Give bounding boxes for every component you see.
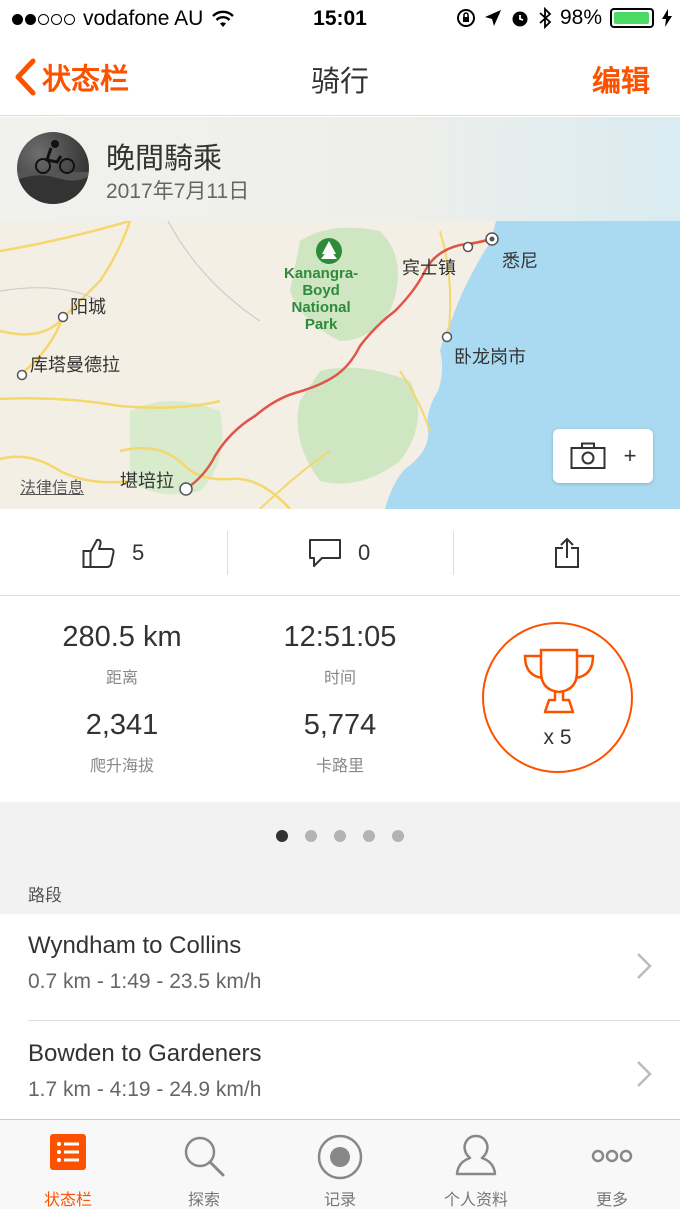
tab-label: 记录 xyxy=(323,1192,356,1209)
calories-label: 卡路里 xyxy=(315,758,364,775)
thumbs-up-icon xyxy=(82,538,115,568)
tab-bar: 状态栏 探索 记录 个人资料 更多 xyxy=(0,1119,680,1209)
navigation-bar: 状态栏 骑行 编辑 xyxy=(0,38,680,116)
tab-label: 探索 xyxy=(187,1192,220,1209)
tab-label: 个人资料 xyxy=(443,1192,508,1209)
comment-count: 0 xyxy=(358,539,371,565)
tab-label: 更多 xyxy=(595,1192,628,1209)
distance-value: 280.5 km xyxy=(62,621,182,653)
stat-elevation: 2,341 爬升海拔 xyxy=(2,709,242,776)
tab-explore[interactable]: 探索 xyxy=(136,1120,272,1209)
location-icon xyxy=(484,10,501,26)
avatar[interactable] xyxy=(17,132,89,204)
map-label-sydney: 悉尼 xyxy=(502,251,538,271)
map-label-canberra: 堪培拉 xyxy=(120,471,174,491)
tab-record[interactable]: 记录 xyxy=(272,1120,408,1209)
stat-calories: 5,774 卡路里 xyxy=(220,709,460,776)
segment-detail: 1.7 km - 4:19 - 24.9 km/h xyxy=(28,1078,262,1101)
status-icons: 98% xyxy=(456,6,672,30)
share-icon xyxy=(555,537,579,568)
add-photo-button[interactable]: + xyxy=(553,429,653,483)
segment-detail: 0.7 km - 1:49 - 23.5 km/h xyxy=(28,970,262,993)
battery-percent: 98% xyxy=(559,6,602,29)
map-label-wollongong: 卧龙岗市 xyxy=(454,347,526,367)
stat-distance: 280.5 km 距离 xyxy=(2,621,242,688)
alarm-icon xyxy=(512,11,528,27)
segment-name: Bowden to Gardeners xyxy=(28,1040,262,1067)
more-icon xyxy=(591,1149,633,1163)
map-label-binshizhen: 宾士镇 xyxy=(402,258,456,278)
feed-icon xyxy=(50,1134,86,1170)
distance-label: 距离 xyxy=(105,670,138,687)
status-bar: vodafone AU 15:01 98% xyxy=(0,0,680,38)
orientation-lock-icon xyxy=(456,9,475,27)
share-button[interactable] xyxy=(554,509,580,596)
comment-button[interactable]: 0 xyxy=(308,509,370,596)
stat-time: 12:51:05 时间 xyxy=(220,621,460,688)
plus-icon: + xyxy=(623,443,637,468)
segments-header: 路段 xyxy=(28,886,62,905)
time-value: 12:51:05 xyxy=(283,621,397,653)
legal-link[interactable]: 法律信息 xyxy=(20,474,84,498)
time-label: 时间 xyxy=(323,670,356,687)
achievements-button[interactable]: x 5 xyxy=(482,622,633,773)
camera-icon xyxy=(570,442,606,469)
elevation-label: 爬升海拔 xyxy=(89,758,154,775)
charging-icon xyxy=(662,9,672,27)
page-dot[interactable] xyxy=(276,830,288,842)
comment-icon xyxy=(309,538,341,567)
activity-stats: 280.5 km 距离 12:51:05 时间 2,341 爬升海拔 5,774… xyxy=(0,597,680,802)
profile-icon xyxy=(455,1134,497,1176)
trophy-icon xyxy=(523,648,595,714)
map-label-park: Kanangra- Boyd National Park xyxy=(284,265,359,333)
bluetooth-icon xyxy=(539,7,552,29)
segment-row[interactable]: Bowden to Gardeners 1.7 km - 4:19 - 24.9… xyxy=(0,1022,680,1129)
battery-level-fill xyxy=(614,12,650,24)
kudos-button[interactable]: 5 xyxy=(82,509,144,596)
map-label-yangcheng: 阳城 xyxy=(70,297,106,317)
segment-name: Wyndham to Collins xyxy=(28,932,242,959)
chevron-right-icon xyxy=(637,1061,652,1087)
social-actions: 5 0 xyxy=(0,509,680,596)
tab-more[interactable]: 更多 xyxy=(544,1120,680,1209)
page-dot[interactable] xyxy=(392,830,404,842)
edit-button[interactable]: 编辑 xyxy=(592,58,650,100)
route-map[interactable]: 阳城 库塔曼德拉 宾士镇 悉尼 卧龙岗市 堪培拉 Kanangra- Boyd … xyxy=(0,221,680,509)
record-icon xyxy=(317,1134,363,1180)
segment-row[interactable]: Wyndham to Collins 0.7 km - 1:49 - 23.5 … xyxy=(0,914,680,1021)
chevron-right-icon xyxy=(637,953,652,979)
cyclist-photo xyxy=(17,140,89,204)
kudos-count: 5 xyxy=(132,539,145,565)
page-dot[interactable] xyxy=(334,830,346,842)
pager-section: 路段 xyxy=(0,802,680,914)
page-dot[interactable] xyxy=(363,830,375,842)
activity-name: 晚間騎乘 xyxy=(106,143,223,175)
activity-date: 2017年7月11日 xyxy=(106,180,250,203)
elevation-value: 2,341 xyxy=(85,709,159,741)
tab-profile[interactable]: 个人资料 xyxy=(408,1120,544,1209)
battery-icon xyxy=(610,8,654,28)
map-label-kutamandela: 库塔曼德拉 xyxy=(30,355,120,375)
activity-header: 晚間騎乘 2017年7月11日 xyxy=(0,117,680,221)
tab-label: 状态栏 xyxy=(43,1192,92,1209)
calories-value: 5,774 xyxy=(303,709,377,741)
achievements-count: x 5 xyxy=(543,726,572,749)
page-indicator[interactable] xyxy=(0,830,680,842)
tab-feed[interactable]: 状态栏 xyxy=(0,1120,136,1209)
page-dot[interactable] xyxy=(305,830,317,842)
search-icon xyxy=(184,1136,225,1177)
page-title: 骑行 xyxy=(310,66,369,98)
